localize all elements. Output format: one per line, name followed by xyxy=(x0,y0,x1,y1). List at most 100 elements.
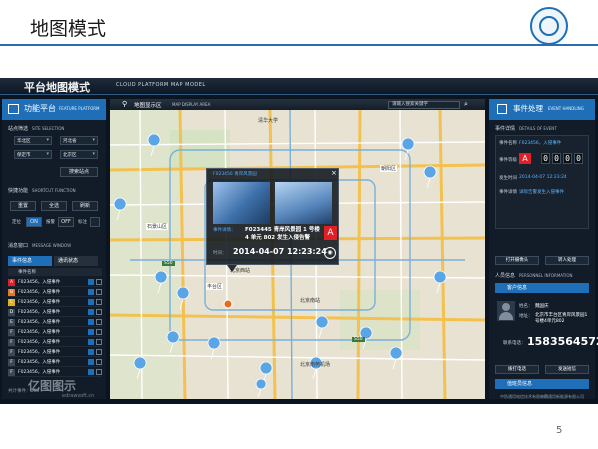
event-code-badge: F xyxy=(8,369,15,376)
dismiss-icon[interactable] xyxy=(96,329,102,335)
locate-icon[interactable] xyxy=(88,369,94,375)
event-text: F023456，入侵事件 xyxy=(18,320,61,325)
event-row[interactable]: F F023456，入侵事件 xyxy=(8,348,102,357)
region-select[interactable]: 华北区 xyxy=(14,136,52,145)
event-text: F023456，入侵事件 xyxy=(18,300,61,305)
district-select[interactable]: 北京区 xyxy=(60,150,98,159)
event-row[interactable]: F F023456，入侵事件 xyxy=(8,358,102,367)
customer-phone-key: 联系电话： xyxy=(503,341,526,346)
province-select[interactable]: 河北省 xyxy=(60,136,98,145)
locate-icon[interactable] xyxy=(88,289,94,295)
locate-icon[interactable] xyxy=(88,339,94,345)
event-row[interactable]: F F023456，入侵事件 xyxy=(8,368,102,377)
locate-toggle[interactable]: ON xyxy=(26,217,42,227)
event-row[interactable]: E F023456，入侵事件 xyxy=(8,318,102,327)
shortcut-label: 快捷功能 SHORTCUT FUNCTION xyxy=(8,188,76,194)
popup-photo xyxy=(213,182,270,224)
mark-toggle[interactable] xyxy=(90,217,100,227)
alarm-toggle[interactable]: OFF xyxy=(58,217,74,227)
dismiss-icon[interactable] xyxy=(96,319,102,325)
search-site-button[interactable]: 搜索站点 xyxy=(60,167,98,177)
reset-button[interactable]: 重置 xyxy=(10,201,36,211)
dismiss-icon[interactable] xyxy=(96,309,102,315)
app-window: 平台地图模式 CLOUD PLATFORM MAP MODEL 功能平台 FEA… xyxy=(0,78,598,404)
send-sms-button[interactable]: 发送短信 xyxy=(545,365,589,374)
popup-level-badge: A xyxy=(324,226,337,240)
event-text: F023456，入侵事件 xyxy=(18,330,61,335)
tab-comm-status[interactable]: 通讯状态 xyxy=(54,256,98,266)
popup-title: F023456 青岸风景园 xyxy=(213,172,257,177)
locate-icon[interactable] xyxy=(88,349,94,355)
dismiss-icon[interactable] xyxy=(96,299,102,305)
customer-phone: 15835645726 xyxy=(527,335,598,348)
event-detail-key: 事件详情 xyxy=(499,190,517,195)
watermark: 亿图图示 xyxy=(28,379,77,393)
app-title: 平台地图模式 xyxy=(24,81,90,94)
popup-photo xyxy=(275,182,332,224)
map-title: 地图显示区 xyxy=(134,103,162,109)
locate-icon[interactable] xyxy=(88,319,94,325)
camera-icon[interactable]: ◉ xyxy=(324,247,336,259)
dismiss-icon[interactable] xyxy=(96,289,102,295)
locate-icon[interactable] xyxy=(88,329,94,335)
transfer-button[interactable]: 转人处理 xyxy=(545,256,589,265)
locate-icon[interactable] xyxy=(88,279,94,285)
map-label-tsinghua: 清华大学 xyxy=(258,118,279,124)
locate-icon[interactable] xyxy=(88,299,94,305)
dismiss-icon[interactable] xyxy=(96,369,102,375)
right-panel-title-en: EVENT HANDLING xyxy=(548,106,584,111)
left-panel-header: 功能平台 FEATURE PLATFORM xyxy=(2,99,106,120)
event-time-key: 发生时间 xyxy=(499,176,517,181)
map-search-input[interactable]: 请输入搜索关键字 xyxy=(388,101,460,109)
customer-addr-key: 地址： xyxy=(519,314,533,319)
event-text: F023456，入侵事件 xyxy=(18,360,61,365)
select-all-button[interactable]: 全选 xyxy=(41,201,67,211)
dismiss-icon[interactable] xyxy=(96,339,102,345)
customer-info-header[interactable]: 客户信息 xyxy=(495,283,589,293)
staff-info-header[interactable]: 值班员信息 xyxy=(495,379,589,389)
dismiss-icon[interactable] xyxy=(96,349,102,355)
toggle-alarm-label: 报警 xyxy=(46,220,55,225)
event-code-badge: F xyxy=(8,339,15,346)
map-area[interactable]: ⚲ 地图显示区 MAP DISPLAY AREA 请输入搜索关键字 ⌕ 清华大学… xyxy=(110,99,485,399)
event-code-badge: F xyxy=(8,349,15,356)
locate-icon[interactable] xyxy=(88,359,94,365)
event-row[interactable]: A F023456，入侵事件 xyxy=(8,278,102,287)
code-digit: 0 xyxy=(563,153,572,164)
event-code-badge: F xyxy=(8,329,15,336)
locate-icon[interactable] xyxy=(88,309,94,315)
open-camera-button[interactable]: 打开摄像头 xyxy=(495,256,539,265)
event-details-box xyxy=(495,135,589,229)
toggle-locate-label: 定位 xyxy=(12,220,21,225)
right-panel-header: 事件处理 EVENT HANDLING xyxy=(489,99,595,120)
dismiss-icon[interactable] xyxy=(96,279,102,285)
event-row[interactable]: F F023456，入侵事件 xyxy=(8,328,102,337)
event-name-key: 事件名称 xyxy=(499,141,517,146)
right-panel-title: 事件处理 xyxy=(513,104,543,113)
event-row[interactable]: C F023456，入侵事件 xyxy=(8,298,102,307)
event-row[interactable]: D F023456，入侵事件 xyxy=(8,308,102,317)
event-level-badge: A xyxy=(519,153,531,164)
event-row[interactable]: F F023456，入侵事件 xyxy=(8,338,102,347)
event-name-value: F023456，入侵事件 xyxy=(519,141,562,146)
app-header: 平台地图模式 CLOUD PLATFORM MAP MODEL xyxy=(0,78,598,95)
refresh-button[interactable]: 刷新 xyxy=(72,201,98,211)
site-selection-label: 站点筛选 SITE SELECTION xyxy=(8,126,65,132)
search-icon[interactable]: ⌕ xyxy=(464,101,468,108)
close-icon[interactable]: × xyxy=(331,169,337,177)
call-button[interactable]: 拨打电话 xyxy=(495,365,539,374)
map-label-shijingshan: 石景山区 xyxy=(146,223,169,230)
city-select[interactable]: 保定市 xyxy=(14,150,52,159)
page-number: 5 xyxy=(556,425,563,436)
popup-detail-label: 事件详情： xyxy=(213,228,236,233)
popup-time-label: 时间： xyxy=(213,251,227,256)
event-row[interactable]: B F023456，入侵事件 xyxy=(8,288,102,297)
customer-name: 魏国庆 xyxy=(535,304,549,309)
dismiss-icon[interactable] xyxy=(96,359,102,365)
popup-pointer xyxy=(227,265,237,272)
map-label-fengtai: 丰台区 xyxy=(206,283,224,290)
event-popup[interactable]: F023456 青岸风景园 × 事件详情： F023445 青岸风景园 1 号楼… xyxy=(206,168,339,265)
logo-emblem xyxy=(539,16,559,36)
map-label-nanyuan-airport: 北京南苑机场 xyxy=(300,362,331,368)
tab-event-info[interactable]: 事件信息 xyxy=(8,256,52,266)
